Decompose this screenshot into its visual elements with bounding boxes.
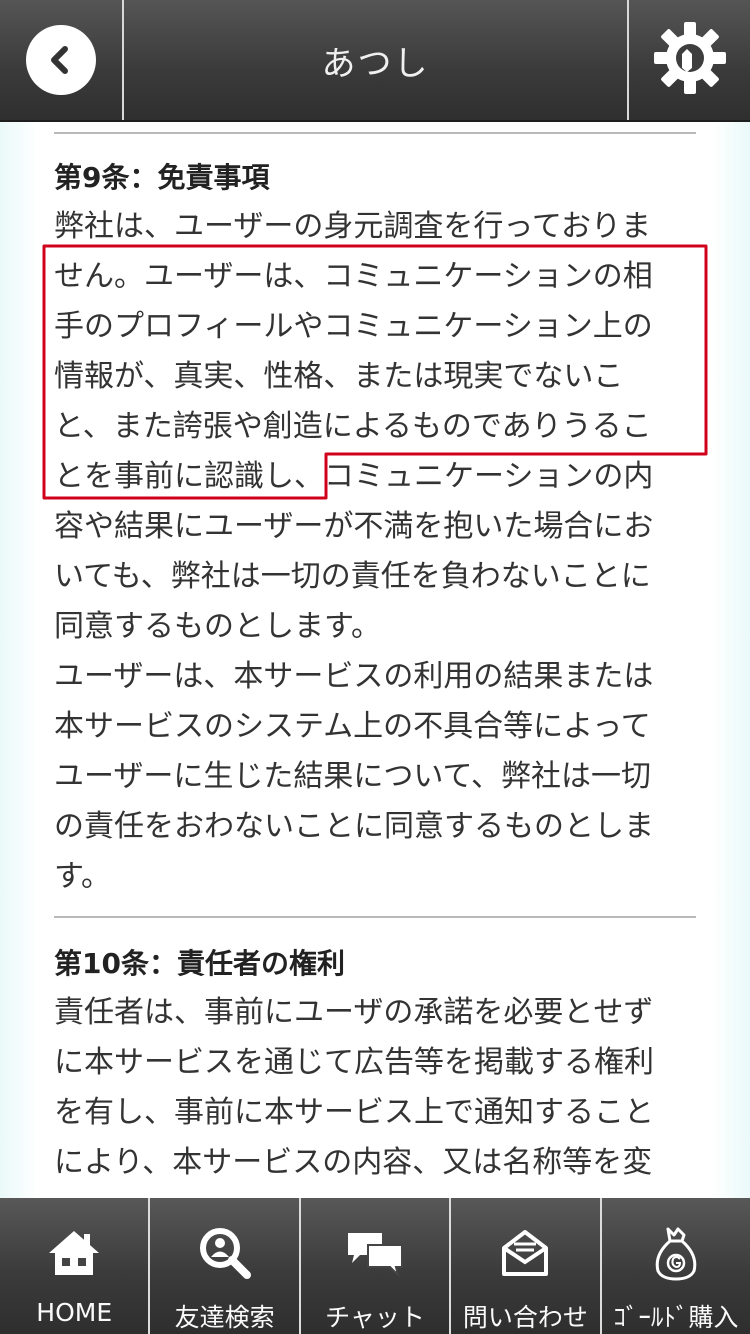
nav-label: 友達検索 [174, 1303, 275, 1332]
nav-contact[interactable]: 問い合わせ [449, 1198, 599, 1334]
text-line: せん。ユーザーは、コミュニケーションの相 [54, 259, 653, 294]
text-line: と、また誇張や創造によるものでありうるこ [54, 409, 652, 444]
text-line: により、本サービスの内容、又は名称等を変 [54, 1145, 653, 1180]
text-line: 弊社は、ユーザーの身元調査を行っておりま [54, 209, 651, 244]
section-body: 弊社は、ユーザーの身元調査を行っておりま せん。ユーザーは、コミュニケーションの… [54, 202, 699, 902]
text-line: いても、弊社は一切の責任を負わないことに [54, 559, 651, 594]
page-title: あつし [321, 43, 430, 84]
home-icon [46, 1224, 102, 1282]
app-header: あつし [0, 0, 750, 122]
nav-gold-purchase[interactable]: ｺﾞｰﾙﾄﾞ購入 [599, 1198, 750, 1334]
left-gutter [0, 122, 38, 1198]
text-line: に本サービスを通じて広告等を掲載する権利 [54, 1045, 654, 1080]
back-icon [26, 25, 96, 95]
section-title: 第10条：責任者の権利 [54, 947, 345, 980]
gear-icon [652, 20, 728, 100]
divider [54, 916, 696, 918]
search-user-icon [198, 1224, 252, 1282]
text-line: ユーザーに生じた結果について、弊社は一切 [54, 759, 651, 794]
text-line: 容や結果にユーザーが不満を抱いた場合にお [54, 509, 654, 544]
right-gutter [712, 122, 750, 1198]
nav-chat[interactable]: チャット [298, 1198, 449, 1334]
chat-icon [346, 1224, 404, 1282]
settings-button[interactable] [627, 0, 750, 120]
text-line: 同意するものとします。 [54, 609, 381, 644]
text-line: を有し、事前に本サービス上で通知すること [54, 1095, 654, 1130]
text-line: 情報が、真実、性格、または現実でないこ [54, 359, 624, 394]
text-line: 手のプロフィールやコミュニケーション上の [54, 309, 653, 344]
text-line: とを事前に認識し、コミュニケーションの内 [54, 459, 654, 494]
text-line: 責任者は、事前にユーザの承諾を必要とせず [54, 995, 654, 1030]
nav-label: チャット [325, 1303, 425, 1332]
text-line: す。 [54, 859, 111, 894]
nav-friend-search[interactable]: 友達検索 [148, 1198, 298, 1334]
text-line: 本サービスのシステム上の不具合等によって [54, 709, 651, 744]
section-body: 責任者は、事前にユーザの承諾を必要とせず に本サービスを通じて広告等を掲載する権… [54, 988, 699, 1188]
nav-label: 問い合わせ [462, 1303, 588, 1332]
nav-home[interactable]: HOME [0, 1198, 148, 1334]
terms-content[interactable]: 第9条：免責事項 弊社は、ユーザーの身元調査を行っておりま せん。ユーザーは、コ… [38, 122, 712, 1198]
nav-label: ｺﾞｰﾙﾄﾞ購入 [613, 1303, 739, 1332]
mail-icon [500, 1224, 550, 1282]
nav-label: HOME [36, 1298, 113, 1327]
text-line: の責任をおわないことに同意するものとしま [54, 809, 654, 844]
divider [54, 132, 696, 134]
back-button[interactable] [0, 0, 124, 120]
text-line: ユーザーは、本サービスの利用の結果または [54, 659, 654, 694]
section-title: 第9条：免責事項 [54, 161, 270, 194]
bottom-nav: HOME 友達検索 チャット 問い合わせ ｺﾞｰﾙﾄﾞ購入 [0, 1198, 750, 1334]
gold-bag-icon [652, 1224, 700, 1282]
